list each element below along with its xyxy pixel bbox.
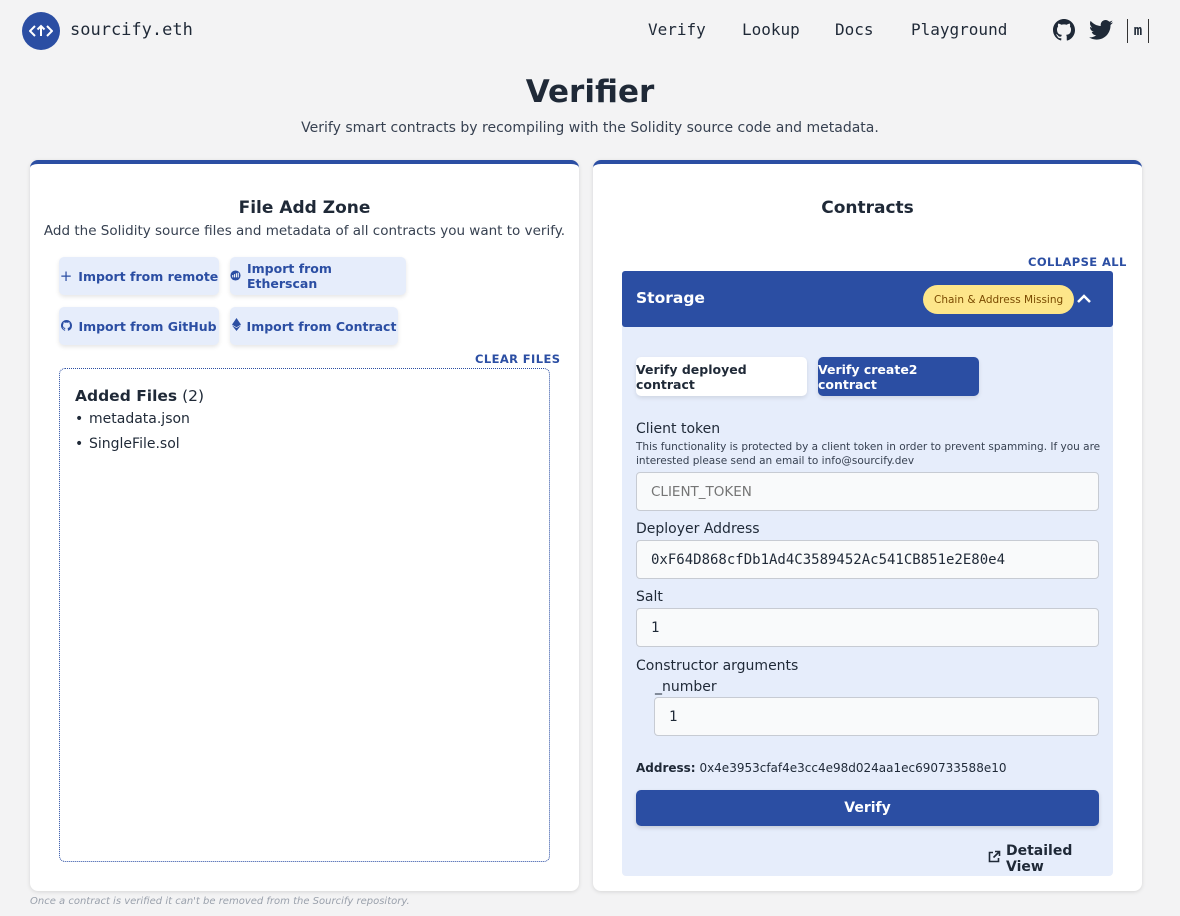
page-title: Verifier xyxy=(525,74,655,110)
ethereum-icon xyxy=(231,318,241,334)
contracts-title: Contracts xyxy=(821,198,914,218)
constructor-args-label: Constructor arguments xyxy=(636,658,799,674)
file-drop-zone[interactable]: Added Files (2) • metadata.json • SingleFi… xyxy=(59,368,550,862)
client-token-help: This functionality is protected by a cli… xyxy=(636,441,1101,467)
file-list-item: • metadata.json xyxy=(75,411,190,427)
matrix-icon[interactable]: m xyxy=(1127,19,1149,43)
sourcify-logo-icon[interactable] xyxy=(22,12,60,50)
nav-verify[interactable]: Verify xyxy=(648,20,706,39)
top-header: sourcify.eth Verify Lookup Docs Playgrou… xyxy=(0,0,1180,64)
address-value: 0x4e3953cfaf4e3cc4e98d024aa1ec690733588e… xyxy=(699,761,1007,775)
twitter-icon[interactable] xyxy=(1089,18,1113,42)
contract-accordion-header[interactable]: Storage Chain & Address Missing xyxy=(622,271,1113,327)
salt-label: Salt xyxy=(636,589,663,605)
detailed-view-link[interactable]: Detailed View xyxy=(987,843,1113,875)
chevron-up-icon[interactable] xyxy=(1074,289,1094,309)
added-files-heading: Added Files (2) xyxy=(75,387,204,405)
brand-name[interactable]: sourcify.eth xyxy=(70,20,193,40)
file-list-item: • SingleFile.sol xyxy=(75,436,180,452)
file-zone-subtitle: Add the Solidity source files and metada… xyxy=(43,223,566,239)
github-icon xyxy=(61,319,73,334)
address-label: Address: xyxy=(636,761,696,775)
import-github-label: Import from GitHub xyxy=(78,318,217,334)
page-subtitle: Verify smart contracts by recompiling wi… xyxy=(301,120,879,136)
file-name: SingleFile.sol xyxy=(89,436,180,452)
detailed-view-label: Detailed View xyxy=(1006,843,1073,875)
import-remote-button[interactable]: + Import from remote xyxy=(59,257,219,295)
status-badge: Chain & Address Missing xyxy=(923,285,1075,314)
nav-playground[interactable]: Playground xyxy=(911,20,1007,39)
contract-name: Storage xyxy=(636,289,705,307)
clear-files-button[interactable]: CLEAR FILES xyxy=(475,352,560,366)
verify-create2-tab[interactable]: Verify create2 contract xyxy=(818,357,979,396)
import-github-button[interactable]: Import from GitHub xyxy=(59,307,219,345)
github-icon[interactable] xyxy=(1052,18,1076,42)
footer-note: Once a contract is verified it can't be … xyxy=(30,896,410,907)
import-remote-label: Import from remote xyxy=(78,268,219,284)
added-files-label: Added Files xyxy=(75,387,178,405)
deployer-address-input[interactable]: 0xF64D868cfDb1Ad4C3589452Ac541CB851e2E80… xyxy=(636,540,1099,579)
added-files-count: (2) xyxy=(182,387,205,405)
plus-icon: + xyxy=(59,267,73,285)
client-token-label: Client token xyxy=(636,421,721,437)
deployer-address-label: Deployer Address xyxy=(636,521,760,537)
contract-accordion: Storage Chain & Address Missing Verify d… xyxy=(622,271,1113,876)
nav-docs[interactable]: Docs xyxy=(835,20,874,39)
import-etherscan-button[interactable]: Import from Etherscan xyxy=(230,257,406,295)
contracts-card: Contracts COLLAPSE ALL Storage Chain & A… xyxy=(593,160,1142,891)
collapse-all-button[interactable]: COLLAPSE ALL xyxy=(1028,255,1127,269)
file-name: metadata.json xyxy=(89,411,190,427)
import-contract-button[interactable]: Import from Contract xyxy=(230,307,398,345)
nav-lookup[interactable]: Lookup xyxy=(742,20,800,39)
file-add-zone-card: File Add Zone Add the Solidity source fi… xyxy=(30,160,579,891)
file-zone-title: File Add Zone xyxy=(238,198,371,218)
etherscan-icon xyxy=(230,269,241,284)
verify-deployed-tab[interactable]: Verify deployed contract xyxy=(636,357,807,396)
external-link-icon xyxy=(987,850,1001,868)
import-etherscan-label: Import from Etherscan xyxy=(247,261,332,291)
computed-address: Address: 0x4e3953cfaf4e3cc4e98d024aa1ec6… xyxy=(636,761,1006,775)
client-token-input[interactable] xyxy=(636,472,1099,511)
import-contract-label: Import from Contract xyxy=(246,318,397,334)
arg-name-label: _number xyxy=(655,679,717,695)
verify-button[interactable]: Verify xyxy=(636,790,1099,826)
salt-input[interactable]: 1 xyxy=(636,608,1099,647)
constructor-arg-input[interactable]: 1 xyxy=(654,697,1099,736)
